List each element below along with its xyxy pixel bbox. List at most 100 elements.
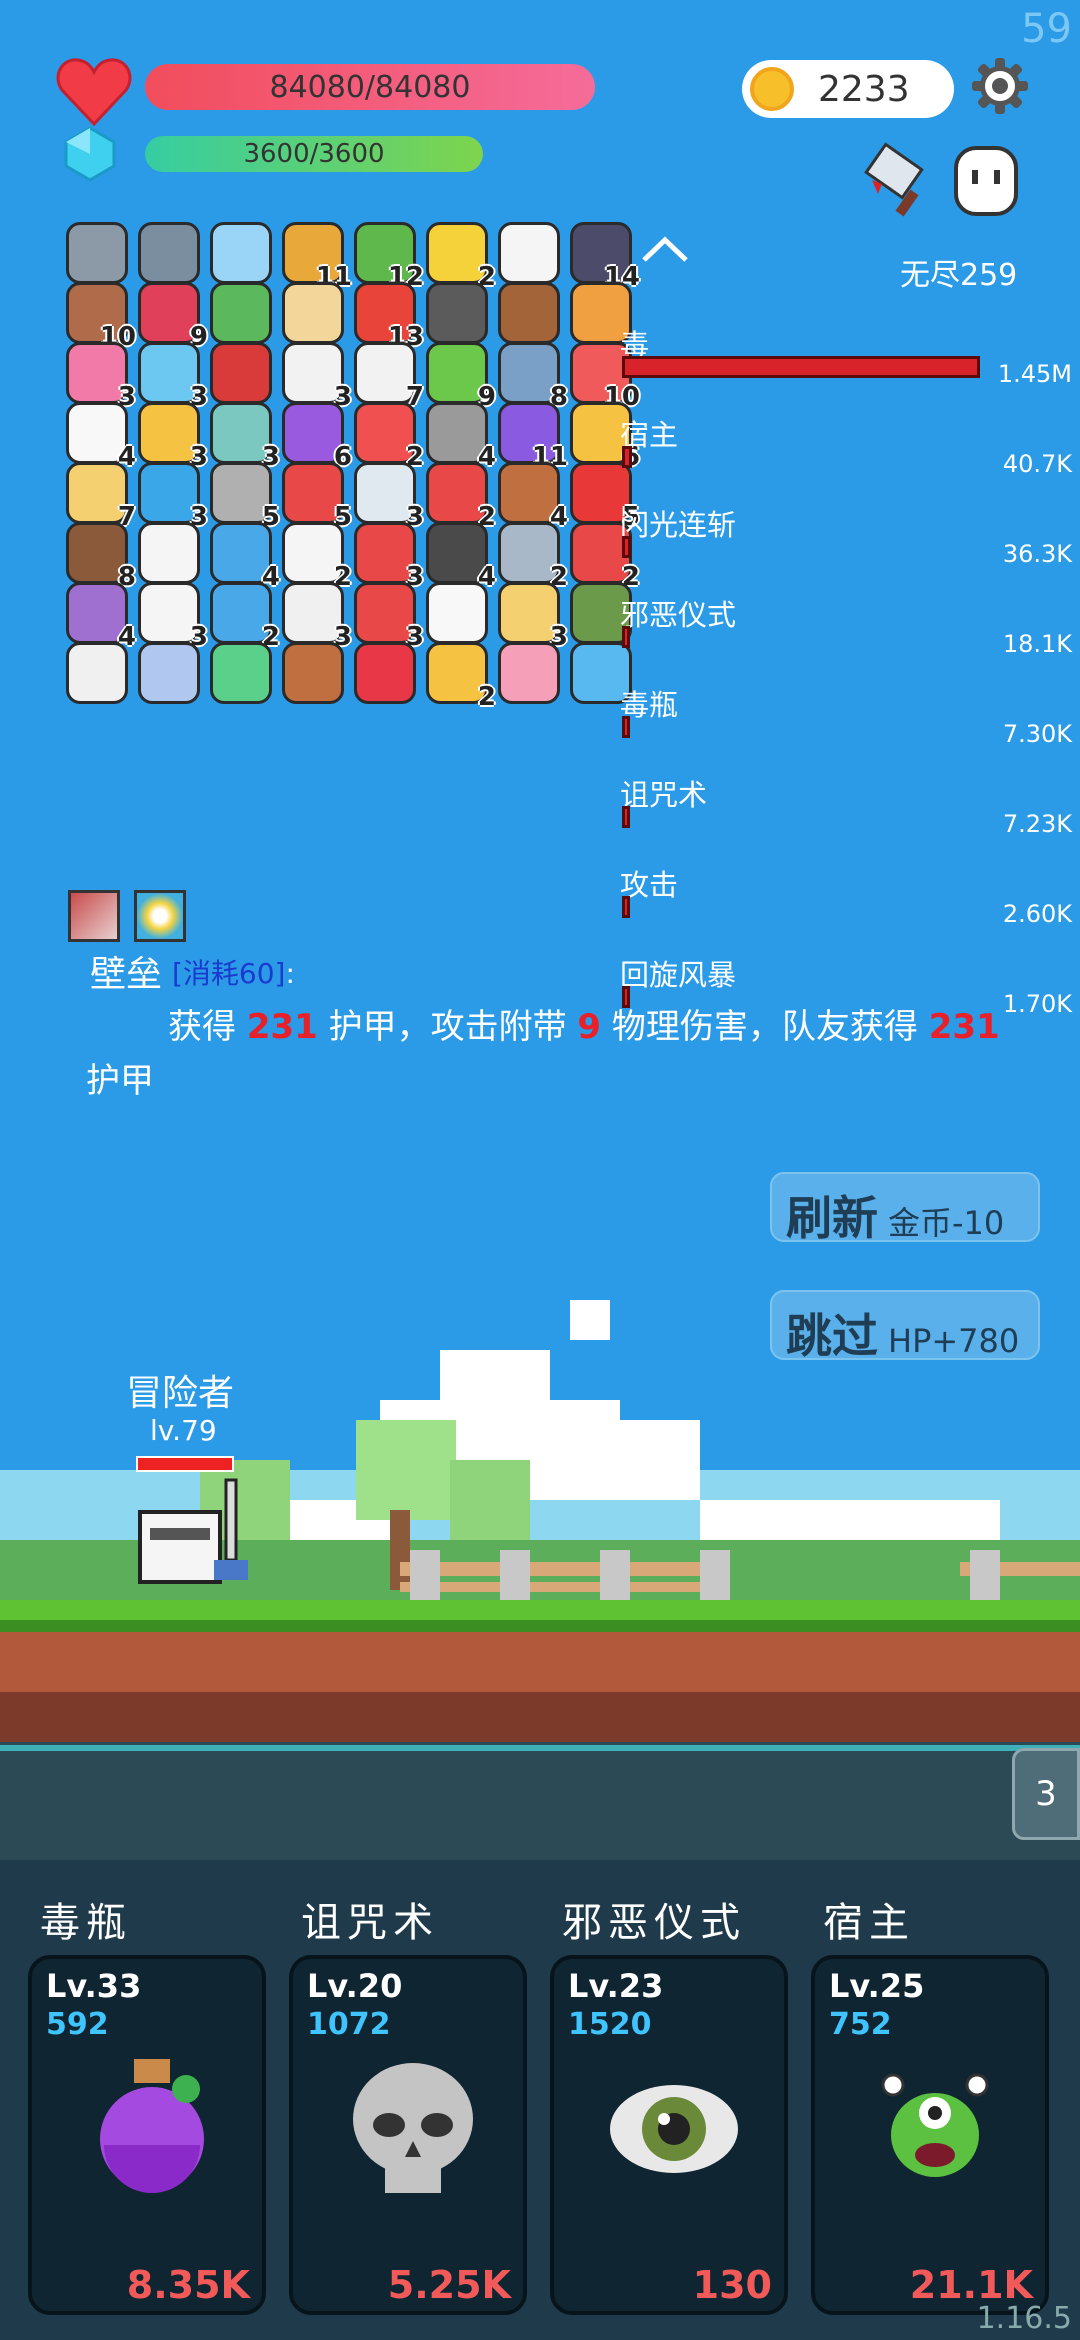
damage-bar (622, 716, 630, 738)
side-tab-counter[interactable]: 3 (1012, 1748, 1080, 1840)
helmet-icon (426, 282, 488, 344)
heart-icon (56, 58, 132, 127)
magnet-icon (210, 342, 272, 404)
damage-value: 9 (577, 1007, 602, 1047)
damage-bar (622, 806, 630, 828)
coin-icon (750, 67, 794, 111)
card-level: Lv.25 (829, 1967, 925, 2005)
damage-value: 40.7K (1002, 450, 1072, 478)
hero-hp-bar (136, 1456, 234, 1472)
damage-bar (622, 356, 980, 378)
card-number: 592 (46, 2007, 109, 2042)
damage-value: 7.23K (1002, 810, 1072, 838)
card-level: Lv.23 (568, 1967, 664, 2005)
damage-value: 1.70K (1002, 990, 1072, 1018)
mortar-icon (138, 222, 200, 284)
bow-icon (282, 642, 344, 704)
skill-card[interactable]: Lv.25 752 21.1K (811, 1955, 1049, 2315)
ghost-icon (954, 146, 1018, 216)
chevron-up-icon[interactable] (640, 234, 690, 264)
hp-bar: 84080/84080 (145, 64, 595, 110)
inventory-item[interactable] (276, 636, 350, 710)
gear-icon[interactable] (970, 56, 1030, 116)
hero-name: 冒险者 (126, 1373, 235, 1414)
card-damage: 130 (692, 2263, 772, 2307)
strawberry-icon (354, 642, 416, 704)
skill-card[interactable]: Lv.33 592 8.35K (28, 1955, 266, 2315)
inventory-item[interactable] (132, 636, 206, 710)
refresh-cost: 金币-10 (888, 1204, 1005, 1242)
endless-mode-label: 无尽259 (900, 258, 1018, 293)
card-damage: 8.35K (126, 2263, 250, 2307)
gold-value: 2233 (818, 68, 910, 110)
egg-icon (426, 582, 488, 644)
damage-source-name: 邪恶仪式 (620, 598, 737, 632)
chat-icon (138, 522, 200, 584)
skill-title: 壁垒 (90, 954, 163, 995)
refresh-label: 刷新 (786, 1191, 878, 1245)
item-inventory: 1112214109133337981043362411673553245842… (60, 216, 640, 876)
skill-cost: [消耗60]: (172, 952, 295, 992)
card-title: 诅咒术 (301, 1900, 439, 1946)
card-title: 宿主 (823, 1900, 915, 1946)
armor-value: 231 (246, 1007, 318, 1047)
damage-value: 18.1K (1002, 630, 1072, 658)
axe-icon (66, 222, 128, 284)
desc-part: 物理伤害，队友获得 (611, 1007, 918, 1047)
damage-value: 7.30K (1002, 720, 1072, 748)
card-number: 1520 (568, 2007, 652, 2042)
damage-value: 2.60K (1002, 900, 1072, 928)
envelope-icon (66, 642, 128, 704)
skill-card[interactable]: Lv.23 1520 130 (550, 1955, 788, 2315)
inventory-item[interactable] (204, 636, 278, 710)
mp-text: 3600/3600 (243, 139, 385, 169)
love-letter-icon (498, 222, 560, 284)
damage-bar (622, 536, 631, 558)
fps-counter: 59 (1021, 6, 1072, 52)
skill-colon: : (285, 957, 295, 990)
damage-source-name: 回旋风暴 (620, 958, 737, 992)
skill-card[interactable]: Lv.20 1072 5.25K (289, 1955, 527, 2315)
skill-description: 获得 231 护甲，攻击附带 9 物理伤害，队友获得 231 护甲 (86, 1000, 1006, 1108)
hp-text: 84080/84080 (269, 69, 471, 105)
hero-level: lv.79 (150, 1414, 217, 1447)
chest-icon (498, 282, 560, 344)
card-damage: 5.25K (387, 2263, 511, 2307)
inventory-item[interactable]: 2 (420, 636, 496, 712)
refresh-button[interactable]: 刷新 金币-10 (770, 1172, 1040, 1245)
mp-bar: 3600/3600 (145, 136, 483, 172)
card-title: 邪恶仪式 (562, 1900, 746, 1946)
ice-cream-icon (498, 642, 560, 704)
ally-armor-value: 231 (928, 1007, 1000, 1047)
damage-source-name: 诅咒术 (620, 778, 708, 812)
card-number: 1072 (307, 2007, 391, 2042)
inventory-item[interactable] (60, 636, 134, 710)
damage-value: 1.45M (997, 360, 1072, 388)
damage-bar (622, 626, 630, 648)
damage-source-name: 闪光连斩 (620, 508, 737, 542)
skill-cost-text: [消耗60] (172, 957, 286, 990)
damage-bar (622, 446, 632, 468)
card-level: Lv.20 (307, 1967, 403, 2005)
card-number: 752 (829, 2007, 892, 2042)
version-label: 1.16.5 (976, 2301, 1072, 2336)
card-level: Lv.33 (46, 1967, 142, 2005)
damage-value: 36.3K (1002, 540, 1072, 568)
card-title: 毒瓶 (40, 1900, 132, 1946)
inventory-item[interactable] (348, 636, 422, 710)
magnifier-icon (210, 222, 272, 284)
boss-icons (864, 142, 1018, 217)
mana-crystal-icon (64, 126, 116, 182)
desc-part: 护甲 (86, 1061, 154, 1101)
inventory-item[interactable] (492, 636, 566, 710)
gold-counter: 2233 (742, 60, 954, 118)
cash-icon (210, 282, 272, 344)
sword-skill-icon[interactable] (68, 890, 120, 942)
cleaver-icon (864, 142, 924, 217)
map-icon (282, 282, 344, 344)
desc-part: 获得 (168, 1007, 236, 1047)
bulwark-skill-icon[interactable] (134, 890, 186, 942)
capsule-icon (138, 642, 200, 704)
sprout-icon (210, 642, 272, 704)
desc-part: 护甲，攻击附带 (328, 1007, 567, 1047)
